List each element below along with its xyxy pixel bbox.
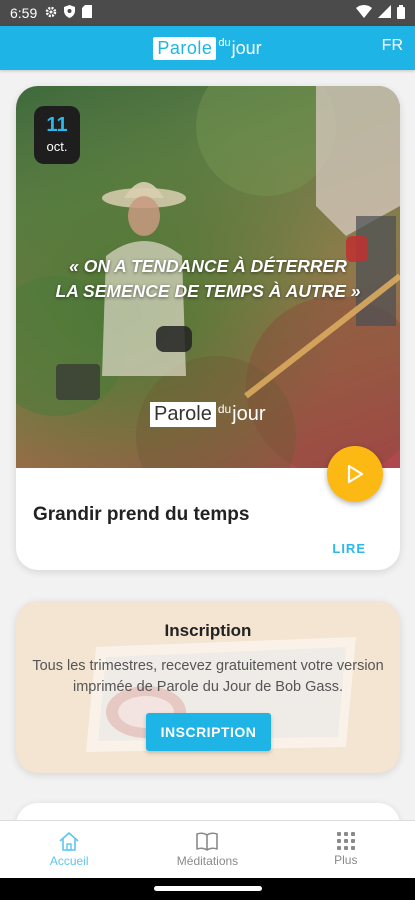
signal-icon [378, 5, 391, 21]
nav-more-label: Plus [334, 853, 358, 867]
bottom-nav: Accueil Méditations Plus [0, 820, 415, 878]
subscription-title: Inscription [164, 621, 252, 640]
read-button[interactable]: LIRE [332, 541, 366, 556]
nav-meditations-label: Méditations [176, 854, 239, 868]
nav-meditations[interactable]: Méditations [138, 821, 276, 878]
logo-text-parole: Parole [153, 36, 217, 60]
hero-logo-du: du [217, 402, 232, 416]
daily-quote: « ON A TENDANCE À DÉTERRER LA SEMENCE DE… [16, 254, 400, 304]
settings-icon [45, 5, 57, 21]
nav-more[interactable]: Plus [277, 821, 415, 878]
status-bar: 6:59 [0, 0, 415, 26]
date-month: oct. [46, 139, 68, 154]
hero-logo: Parole du jour [150, 402, 266, 427]
app-logo: Parole du jour [153, 36, 262, 60]
hero-logo-parole: Parole [150, 402, 216, 427]
grid-icon [336, 832, 355, 850]
wifi-icon [356, 5, 372, 21]
app-bar: Parole du jour FR [0, 26, 415, 70]
nav-home[interactable]: Accueil [0, 821, 138, 878]
home-icon [59, 832, 79, 851]
daily-word-card[interactable]: 11 oct. « ON A TENDANCE À DÉTERRER LA SE… [16, 86, 400, 570]
quote-line-2: LA SEMENCE DE TEMPS À AUTRE » [55, 281, 361, 301]
hero-image[interactable]: 11 oct. « ON A TENDANCE À DÉTERRER LA SE… [16, 86, 400, 468]
date-day: 11 [46, 114, 68, 136]
sd-card-icon [82, 5, 93, 21]
battery-icon [397, 4, 405, 22]
subscribe-button[interactable]: INSCRIPTION [146, 713, 271, 751]
status-time: 6:59 [10, 5, 38, 21]
main-content[interactable]: 11 oct. « ON A TENDANCE À DÉTERRER LA SE… [0, 70, 415, 820]
logo-text-jour: jour [231, 37, 262, 58]
shield-icon [64, 5, 76, 21]
subscription-card[interactable]: Inscription Tous les trimestres, recevez… [16, 601, 400, 773]
date-badge: 11 oct. [34, 106, 80, 164]
nav-home-label: Accueil [49, 854, 89, 868]
play-icon [347, 464, 364, 484]
next-card[interactable] [16, 803, 400, 820]
book-icon [196, 832, 219, 851]
quote-line-1: « ON A TENDANCE À DÉTERRER [69, 256, 347, 276]
play-button[interactable] [327, 446, 383, 502]
language-selector[interactable]: FR [382, 37, 403, 55]
home-gesture-handle[interactable] [154, 886, 262, 891]
gesture-bar [0, 878, 415, 900]
hero-logo-jour: jour [232, 403, 266, 425]
subscription-text: Tous les trimestres, recevez gratuitemen… [32, 658, 384, 695]
daily-title[interactable]: Grandir prend du temps [33, 504, 249, 526]
logo-text-du: du [218, 36, 231, 49]
